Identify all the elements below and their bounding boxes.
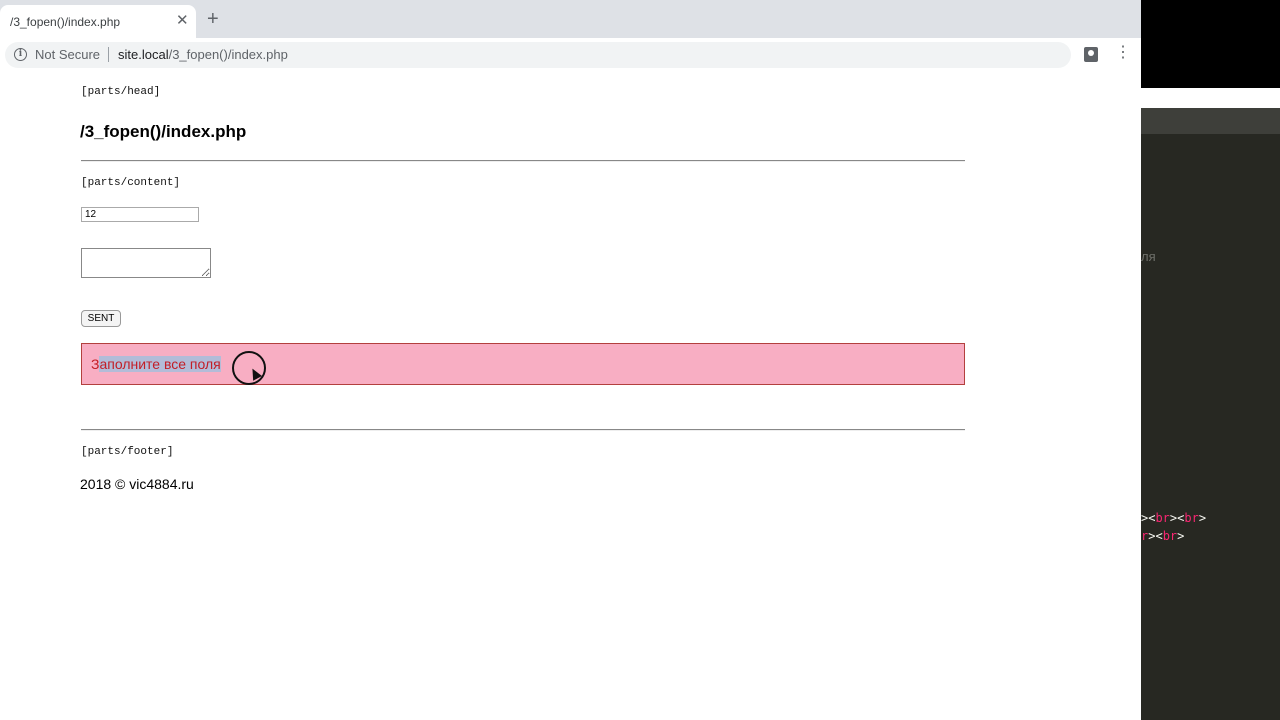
close-icon[interactable]: ✕ bbox=[176, 13, 189, 28]
url-text[interactable]: site.local/3_fopen()/index.php bbox=[118, 47, 288, 62]
footer-copyright: 2018 © vic4884.ru bbox=[80, 476, 194, 492]
background-window-top bbox=[1141, 0, 1280, 88]
alert-selected-text: аполните все поля bbox=[99, 356, 221, 372]
page-title: /3_fopen()/index.php bbox=[80, 122, 247, 141]
url-separator bbox=[108, 47, 109, 62]
code-line-2: r><br> bbox=[1141, 529, 1185, 543]
message-textarea[interactable] bbox=[81, 248, 211, 278]
tab-title: /3_fopen()/index.php bbox=[10, 15, 121, 29]
code-editor-pane bbox=[1141, 134, 1280, 720]
divider-top bbox=[81, 160, 965, 162]
url-path: /3_fopen()/index.php bbox=[168, 47, 288, 62]
sent-button[interactable]: SENT bbox=[81, 310, 121, 327]
head-marker: [parts/head] bbox=[81, 86, 161, 98]
browser-toolbar: i Not Secure site.local/3_fopen()/index.… bbox=[0, 38, 1141, 73]
alert-text: Заполните все поля bbox=[91, 356, 221, 372]
tab-active[interactable]: /3_fopen()/index.php ✕ bbox=[0, 5, 196, 38]
footer-marker: [parts/footer] bbox=[81, 446, 174, 458]
cursor-highlight-icon bbox=[232, 351, 266, 385]
code-line-1: ><br><br> bbox=[1141, 511, 1207, 525]
new-tab-icon[interactable]: + bbox=[207, 9, 219, 29]
error-alert: Заполните все поля bbox=[81, 343, 965, 385]
info-icon[interactable]: i bbox=[14, 48, 27, 61]
editor-ghost-text: ля bbox=[1141, 249, 1156, 264]
extension-icon[interactable] bbox=[1084, 47, 1098, 62]
address-bar[interactable]: i Not Secure site.local/3_fopen()/index.… bbox=[5, 42, 1071, 68]
security-label[interactable]: Not Secure bbox=[35, 47, 100, 62]
more-menu-icon[interactable]: ⋮ bbox=[1115, 45, 1131, 61]
editor-tab-strip bbox=[1141, 108, 1280, 134]
content-marker: [parts/content] bbox=[81, 177, 181, 189]
page-content: [parts/head] /3_fopen()/index.php [parts… bbox=[0, 72, 1141, 720]
browser-window: /3_fopen()/index.php ✕ + i Not Secure si… bbox=[0, 0, 1141, 720]
url-host: site.local bbox=[118, 47, 169, 62]
divider-bottom bbox=[81, 429, 965, 431]
tab-bar: /3_fopen()/index.php ✕ + bbox=[0, 0, 1141, 38]
background-window-band bbox=[1141, 88, 1280, 108]
number-input[interactable] bbox=[81, 207, 199, 222]
